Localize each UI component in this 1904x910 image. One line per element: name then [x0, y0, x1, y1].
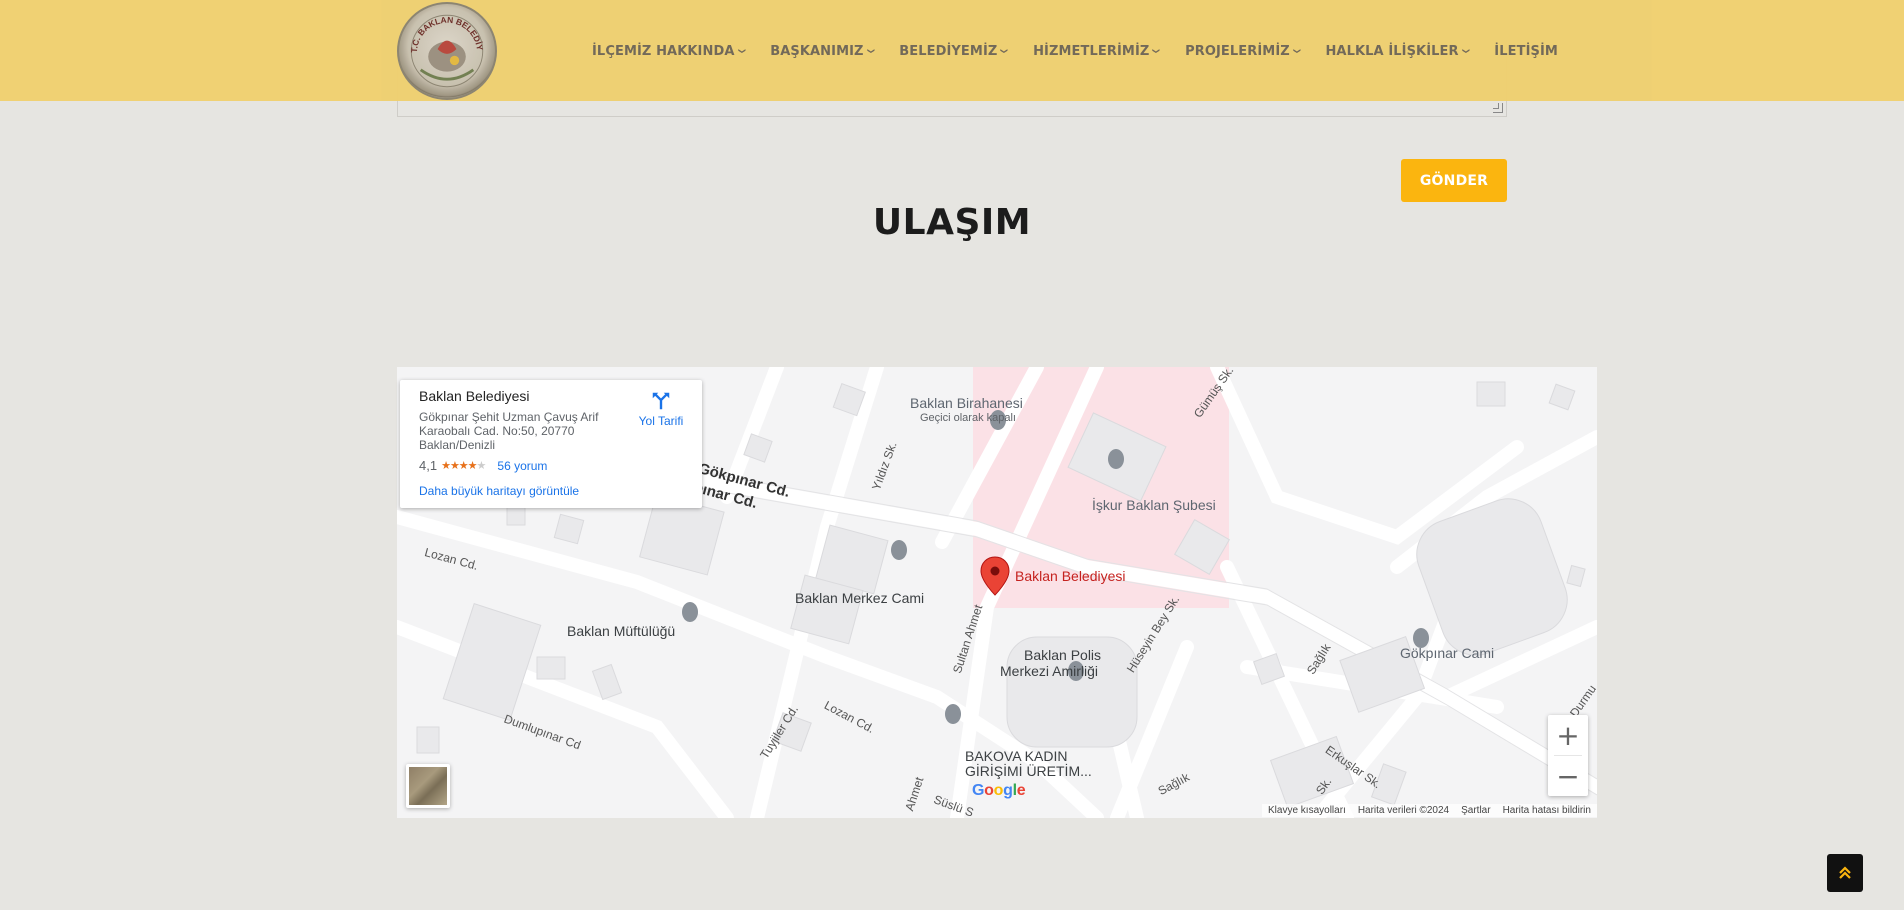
poi-polis-line1[interactable]: Baklan Polis [1024, 647, 1101, 663]
poi-gokpinar-cami[interactable]: Gökpınar Cami [1400, 645, 1494, 661]
site-header: T.C. BAKLAN BELEDİYESİ İLÇEMİZ HAKKINDA❯… [0, 0, 1904, 101]
chevron-down-icon: ❯ [737, 47, 746, 55]
google-letter: e [1016, 782, 1026, 799]
directions-icon [652, 392, 670, 410]
nav-item[interactable]: BAŞKANIMIZ ❯ [770, 44, 874, 59]
nav-item[interactable]: BELEDİYEMİZ ❯ [899, 44, 1008, 59]
chevron-down-icon: ❯ [1000, 47, 1009, 55]
poi-polis-line2[interactable]: Merkezi Amirliği [1000, 663, 1098, 679]
terms-link[interactable]: Şartlar [1461, 805, 1490, 816]
bigger-map-link[interactable]: Daha büyük haritayı görüntüle [419, 484, 579, 498]
google-logo: Google [972, 782, 1026, 800]
scroll-to-top-button[interactable] [1827, 854, 1863, 892]
poi-birahane-status: Geçici olarak kapalı [920, 412, 1016, 424]
nav-item[interactable]: PROJELERİMİZ ❯ [1185, 43, 1301, 59]
nav-item-label: PROJELERİMİZ [1185, 43, 1290, 59]
place-name: Baklan Belediyesi [419, 388, 530, 404]
poi-muftuluk[interactable]: Baklan Müftülüğü [567, 623, 675, 639]
zoom-control: + − [1548, 715, 1588, 796]
pin-label[interactable]: Baklan Belediyesi [1015, 568, 1126, 584]
nav-item[interactable]: HİZMETLERİMİZ ❯ [1033, 44, 1160, 59]
municipality-logo[interactable]: T.C. BAKLAN BELEDİYESİ [397, 2, 497, 100]
main-nav: İLÇEMİZ HAKKINDA ❯ BAŞKANIMIZ ❯ BELEDİYEMİZ ❯… [592, 40, 1558, 62]
satellite-layer-toggle[interactable] [406, 764, 450, 808]
map-data-credit: Harita verileri ©2024 [1357, 805, 1450, 816]
chevron-down-icon: ❯ [1461, 47, 1470, 55]
google-letter: o [993, 782, 1004, 799]
nav-item-label: BAŞKANIMIZ [770, 43, 864, 59]
section-title: ULAŞIM [872, 202, 1032, 243]
directions-label: Yol Tarifi [638, 414, 684, 428]
poi-birahane[interactable]: Baklan Birahanesi [910, 395, 1023, 411]
poi-iskur[interactable]: İşkur Baklan Şubesi [1092, 497, 1216, 513]
reviews-link[interactable]: 56 yorum [497, 459, 547, 473]
nav-item[interactable]: HALKLA İLİŞKİLER ❯ [1325, 44, 1469, 59]
nav-item-label: BELEDİYEMİZ [899, 43, 998, 59]
google-letter: o [984, 782, 994, 799]
rating-value: 4,1 [419, 458, 438, 473]
place-rating: 4,1 ★★★★★ 56 yorum [419, 458, 547, 473]
satellite-thumbnail [409, 767, 447, 805]
place-address: Gökpınar Şehit Uzman Çavuş Arif Karaobal… [419, 410, 599, 452]
directions-button[interactable]: Yol Tarifi [636, 390, 686, 428]
poi-bakova-line2[interactable]: GİRİŞİMİ ÜRETİM... [965, 763, 1092, 779]
map-info-card: Baklan Belediyesi Gökpınar Şehit Uzman Ç… [400, 380, 702, 508]
chevron-down-icon: ❯ [1292, 47, 1301, 55]
double-chevron-up-icon [1839, 866, 1851, 879]
nav-item-label: İLÇEMİZ HAKKINDA [592, 43, 735, 59]
logo-emblem-icon: T.C. BAKLAN BELEDİYESİ [399, 4, 485, 88]
nav-item-label: HALKLA İLİŞKİLER [1325, 43, 1459, 59]
nav-item-label: İLETİŞİM [1494, 43, 1558, 59]
chevron-down-icon: ❯ [1152, 47, 1161, 55]
nav-item[interactable]: İLETİŞİM [1494, 44, 1558, 59]
zoom-in-button[interactable]: + [1548, 715, 1588, 755]
poi-bakova-line1[interactable]: BAKOVA KADIN [965, 748, 1067, 764]
nav-item-label: HİZMETLERİMİZ [1033, 43, 1150, 59]
google-letter: g [1003, 782, 1013, 799]
nav-item[interactable]: İLÇEMİZ HAKKINDA ❯ [592, 44, 745, 59]
zoom-out-button[interactable]: − [1548, 756, 1588, 796]
google-letter: G [972, 782, 985, 799]
report-error-link[interactable]: Harita hatası bildirin [1503, 805, 1591, 816]
submit-button[interactable]: GÖNDER [1401, 159, 1507, 202]
chevron-down-icon: ❯ [866, 47, 875, 55]
poi-merkez-cami[interactable]: Baklan Merkez Cami [795, 590, 924, 606]
rating-stars-icon: ★★★★★ [441, 460, 486, 472]
map-attribution: Klavye kısayolları Harita verileri ©2024… [1262, 804, 1597, 817]
keyboard-shortcuts-link[interactable]: Klavye kısayolları [1268, 805, 1346, 816]
resize-grip-icon[interactable] [1493, 103, 1503, 113]
